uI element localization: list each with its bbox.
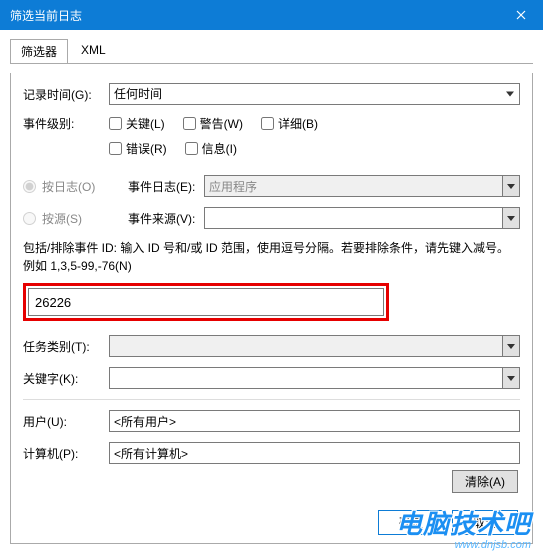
- label-bylog: 按日志(O): [42, 178, 122, 195]
- label-keywords: 关键字(K):: [23, 370, 109, 387]
- eventlog-combo: [204, 175, 520, 197]
- computer-input[interactable]: [109, 442, 520, 464]
- label-eventsource: 事件来源(V):: [128, 210, 204, 227]
- id-highlight-box: [23, 283, 389, 321]
- task-combo: [109, 335, 520, 357]
- chk-warning[interactable]: 警告(W): [183, 115, 243, 132]
- keywords-combo: [109, 367, 520, 389]
- ok-button[interactable]: 确定: [378, 510, 444, 535]
- help-text: 包括/排除事件 ID: 输入 ID 号和/或 ID 范围，使用逗号分隔。若要排除…: [23, 239, 520, 275]
- eventlog-input: [204, 175, 502, 197]
- label-bysource: 按源(S): [42, 210, 122, 227]
- eventlog-dropdown[interactable]: [502, 175, 520, 197]
- label-computer: 计算机(P):: [23, 445, 109, 462]
- logged-select[interactable]: 任何时间: [109, 83, 520, 105]
- radio-bylog: [23, 180, 36, 193]
- eventsource-dropdown[interactable]: [502, 207, 520, 229]
- filter-panel: 记录时间(G): 任何时间 事件级别: 关键(L) 警告(W) 详细(B) 错误…: [10, 73, 533, 544]
- event-id-input[interactable]: [28, 288, 384, 316]
- row-level: 事件级别: 关键(L) 警告(W) 详细(B) 错误(R) 信息(I): [23, 115, 520, 165]
- dialog-body: 筛选器 XML 记录时间(G): 任何时间 事件级别: 关键(L) 警告(W) …: [0, 30, 543, 544]
- radio-bysource: [23, 212, 36, 225]
- close-button[interactable]: [498, 0, 543, 30]
- row-logged: 记录时间(G): 任何时间: [23, 83, 520, 105]
- row-keywords: 关键字(K):: [23, 367, 520, 389]
- cancel-button[interactable]: 取消: [452, 510, 518, 535]
- separator: [23, 399, 520, 400]
- clear-button[interactable]: 清除(A): [452, 470, 518, 493]
- chk-error[interactable]: 错误(R): [109, 140, 167, 157]
- row-bylog: 按日志(O) 事件日志(E):: [23, 175, 520, 197]
- close-icon: [516, 10, 526, 20]
- chk-verbose[interactable]: 详细(B): [261, 115, 318, 132]
- row-task: 任务类别(T):: [23, 335, 520, 357]
- label-user: 用户(U):: [23, 413, 109, 430]
- label-task: 任务类别(T):: [23, 338, 109, 355]
- label-logged: 记录时间(G):: [23, 86, 109, 103]
- task-input: [109, 335, 502, 357]
- row-bysource: 按源(S) 事件来源(V):: [23, 207, 520, 229]
- label-eventlog: 事件日志(E):: [128, 178, 204, 195]
- keywords-dropdown[interactable]: [502, 367, 520, 389]
- chk-critical[interactable]: 关键(L): [109, 115, 165, 132]
- level-group: 关键(L) 警告(W) 详细(B) 错误(R) 信息(I): [109, 115, 482, 165]
- dialog-footer: 确定 取消: [378, 510, 518, 535]
- row-user: 用户(U):: [23, 410, 520, 432]
- row-computer: 计算机(P):: [23, 442, 520, 464]
- eventsource-input[interactable]: [204, 207, 502, 229]
- title-bar: 筛选当前日志: [0, 0, 543, 30]
- tab-filter[interactable]: 筛选器: [10, 39, 68, 63]
- tab-strip: 筛选器 XML: [10, 39, 533, 64]
- keywords-input[interactable]: [109, 367, 502, 389]
- window-title: 筛选当前日志: [10, 7, 82, 24]
- eventsource-combo: [204, 207, 520, 229]
- task-dropdown[interactable]: [502, 335, 520, 357]
- tab-xml[interactable]: XML: [70, 39, 117, 63]
- user-input[interactable]: [109, 410, 520, 432]
- label-level: 事件级别:: [23, 115, 109, 132]
- chk-info[interactable]: 信息(I): [185, 140, 237, 157]
